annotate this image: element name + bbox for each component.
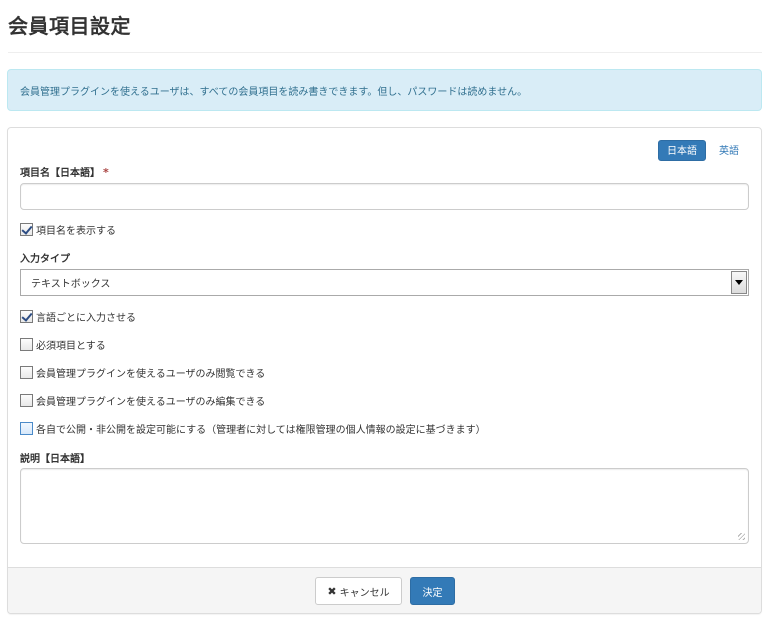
per-language-label: 言語ごとに入力させる (36, 313, 136, 324)
checkbox-row-per-language[interactable]: 言語ごとに入力させる (20, 309, 136, 324)
checkbox-row-self-visibility[interactable]: 各自で公開・非公開を設定可能にする（管理者に対しては権限管理の個人情報の設定に基… (20, 421, 486, 436)
show-item-name-checkbox[interactable] (20, 223, 33, 236)
submit-button[interactable]: 決定 (410, 577, 455, 605)
language-switch: 日本語 英語 (658, 140, 748, 161)
page-title: 会員項目設定 (8, 14, 131, 38)
required-mark: * (103, 166, 109, 179)
info-alert-text: 会員管理プラグインを使えるユーザは、すべての会員項目を読み書きできます。但し、パ… (20, 86, 528, 98)
chevron-down-icon (735, 280, 743, 285)
cancel-button[interactable]: ✖ キャンセル (315, 577, 402, 605)
admin-view-only-label: 会員管理プラグインを使えるユーザのみ閲覧できる (36, 369, 266, 380)
close-icon: ✖ (327, 584, 337, 598)
self-visibility-checkbox[interactable] (20, 422, 33, 435)
settings-panel: 日本語 英語 項目名【日本語】 * 項目名を表示する 入力タイプ テキストボックス… (7, 127, 762, 614)
input-type-label: 入力タイプ (20, 254, 70, 265)
checkbox-row-required[interactable]: 必須項目とする (20, 337, 106, 352)
info-alert: 会員管理プラグインを使えるユーザは、すべての会員項目を読み書きできます。但し、パ… (7, 69, 762, 111)
show-item-name-label: 項目名を表示する (36, 226, 116, 237)
show-item-name-checkbox-row[interactable]: 項目名を表示する (20, 222, 116, 237)
per-language-checkbox[interactable] (20, 310, 33, 323)
description-textarea[interactable] (20, 468, 749, 544)
lang-button-japanese[interactable]: 日本語 (658, 140, 706, 161)
checkbox-row-view-only[interactable]: 会員管理プラグインを使えるユーザのみ閲覧できる (20, 365, 265, 380)
select-dropdown-button[interactable] (731, 271, 747, 294)
required-label: 必須項目とする (36, 341, 106, 352)
admin-edit-only-checkbox[interactable] (20, 394, 33, 407)
lang-button-english[interactable]: 英語 (710, 140, 748, 161)
description-label: 説明【日本語】 (20, 454, 90, 465)
item-name-label: 項目名【日本語】 * (20, 164, 109, 179)
resize-grip-icon[interactable] (738, 533, 745, 540)
input-type-value: テキストボックス (31, 279, 111, 290)
item-name-label-text: 項目名【日本語】 (20, 168, 100, 179)
required-checkbox[interactable] (20, 338, 33, 351)
checkbox-row-edit-only[interactable]: 会員管理プラグインを使えるユーザのみ編集できる (20, 393, 265, 408)
admin-view-only-checkbox[interactable] (20, 366, 33, 379)
admin-edit-only-label: 会員管理プラグインを使えるユーザのみ編集できる (36, 397, 266, 408)
title-divider (8, 52, 762, 53)
input-type-select[interactable]: テキストボックス (20, 269, 749, 296)
panel-footer: ✖ キャンセル 決定 (8, 567, 761, 613)
item-name-input[interactable] (20, 183, 749, 210)
self-visibility-label: 各自で公開・非公開を設定可能にする（管理者に対しては権限管理の個人情報の設定に基… (36, 425, 486, 436)
cancel-label: キャンセル (339, 587, 390, 599)
